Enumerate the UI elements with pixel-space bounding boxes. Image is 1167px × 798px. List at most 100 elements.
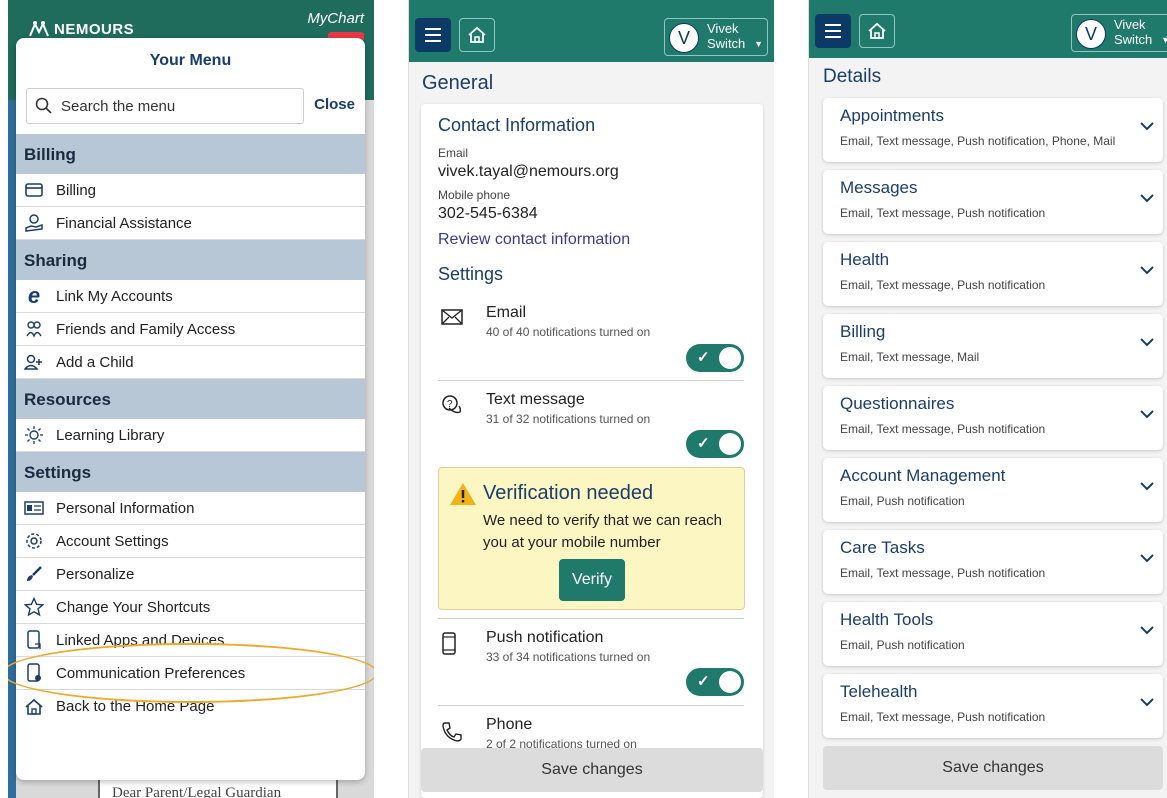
search-placeholder: Search the menu [61,97,176,115]
chevron-down-icon [1139,694,1155,712]
star-icon [24,597,44,617]
menu-item-home-page[interactable]: Back to the Home Page [16,690,365,723]
category-messages[interactable]: Messages Email, Text message, Push notif… [823,170,1163,234]
menu-screen: NEMOURS MyChart Dear Parent/Legal Guardi… [8,0,374,798]
svg-text:?: ? [447,399,453,410]
menu-search-input[interactable]: Search the menu [26,88,304,124]
push-setting-name: Push notification [486,629,604,646]
menu-item-label: Communication Preferences [56,664,246,682]
close-button[interactable]: Close [314,96,355,113]
email-value: vivek.tayal@nemours.org [438,163,619,180]
menu-item-personalize[interactable]: Personalize [16,558,365,591]
category-title: Messages [840,178,918,197]
nemours-logo: NEMOURS [28,20,134,38]
category-channels: Email, Text message, Push notification [840,710,1046,724]
review-contact-link[interactable]: Review contact information [438,231,630,249]
search-icon [35,97,52,114]
epic-link-icon: e [27,283,41,308]
category-title: Appointments [840,106,944,125]
email-label: Email [438,146,469,160]
menu-item-label: Account Settings [56,532,169,550]
divider [438,618,744,619]
lightbulb-icon [24,425,44,445]
save-changes-button[interactable]: Save changes [421,748,763,792]
account-switcher[interactable]: V Vivek Switch ▼ [1071,14,1167,52]
home-button[interactable] [859,14,895,48]
user-name: Vivek [1114,17,1146,32]
top-bar: V Vivek Switch ▼ [409,0,774,62]
text-setting-status: 31 of 32 notifications turned on [486,412,651,426]
text-toggle[interactable]: ✓ [686,430,744,458]
warning-title: Verification needed [483,482,654,504]
category-appointments[interactable]: Appointments Email, Text message, Push n… [823,98,1163,162]
category-questionnaires[interactable]: Questionnaires Email, Text message, Push… [823,386,1163,450]
chevron-down-icon [1139,406,1155,424]
menu-item-billing[interactable]: Billing [16,174,365,207]
email-toggle[interactable]: ✓ [686,344,744,372]
menu-item-financial-assistance[interactable]: Financial Assistance [16,207,365,240]
menu-item-communication-preferences[interactable]: Communication Preferences [16,657,365,690]
page-title: General [422,72,494,94]
menu-item-label: Personal Information [56,499,195,517]
category-channels: Email, Text message, Push notification [840,206,1046,220]
hamburger-icon [425,28,441,42]
category-title: Account Management [840,466,1006,485]
menu-item-learning-library[interactable]: Learning Library [16,419,365,452]
verify-button[interactable]: Verify [559,559,625,601]
home-icon [868,22,886,39]
phone-settings-icon [24,663,44,683]
save-changes-button[interactable]: Save changes [823,746,1163,790]
envelope-icon [441,308,465,332]
category-account-management[interactable]: Account Management Email, Push notificat… [823,458,1163,522]
category-channels: Email, Text message, Push notification [840,278,1046,292]
category-health-tools[interactable]: Health Tools Email, Push notification [823,602,1163,666]
general-card: Contact Information Email vivek.tayal@ne… [421,104,763,798]
phone-label: Mobile phone [438,188,511,202]
menu-item-change-shortcuts[interactable]: Change Your Shortcuts [16,591,365,624]
id-card-icon [24,498,44,518]
add-person-icon [24,352,44,372]
category-billing[interactable]: Billing Email, Text message, Mail [823,314,1163,378]
settings-title: Settings [438,264,504,284]
caret-down-icon: ▼ [754,39,763,49]
chevron-down-icon [1139,550,1155,568]
home-button[interactable] [459,18,495,52]
push-setting-status: 33 of 34 notifications turned on [486,650,651,664]
paintbrush-icon [24,564,44,584]
category-care-tasks[interactable]: Care Tasks Email, Text message, Push not… [823,530,1163,594]
menu-item-personal-information[interactable]: Personal Information [16,492,365,525]
chevron-down-icon [1139,190,1155,208]
nemours-logo-icon [29,21,49,37]
menu-button[interactable] [415,18,451,52]
menu-item-label: Personalize [56,565,135,583]
section-settings: Settings [16,452,365,492]
phone-setting-name: Phone [486,716,533,733]
menu-button[interactable] [815,14,851,48]
category-channels: Email, Text message, Push notification [840,566,1046,580]
category-title: Care Tasks [840,538,925,557]
chevron-down-icon [1139,334,1155,352]
warning-icon [449,482,477,511]
category-channels: Email, Push notification [840,494,965,508]
menu-item-account-settings[interactable]: Account Settings [16,525,365,558]
menu-item-link-my-accounts[interactable]: e Link My Accounts [16,280,365,313]
menu-item-label: Link My Accounts [56,287,173,305]
account-switcher[interactable]: V Vivek Switch ▼ [664,18,768,56]
category-telehealth[interactable]: Telehealth Email, Text message, Push not… [823,674,1163,738]
general-screen: V Vivek Switch ▼ General Contact Informa… [408,0,774,798]
section-billing: Billing [16,134,365,174]
menu-item-label: Change Your Shortcuts [56,598,211,616]
category-health[interactable]: Health Email, Text message, Push notific… [823,242,1163,306]
switch-label: Switch [1114,32,1153,47]
home-icon [24,697,44,717]
category-title: Telehealth [840,682,918,701]
text-setting-name: Text message [486,391,585,408]
menu-item-linked-apps[interactable]: Linked Apps and Devices [16,624,365,657]
mychart-logo: MyChart [307,10,364,27]
section-resources: Resources [16,379,365,419]
menu-item-friends-family-access[interactable]: Friends and Family Access [16,313,365,346]
divider [438,380,744,381]
caret-down-icon: ▼ [1161,35,1167,45]
menu-item-add-a-child[interactable]: Add a Child [16,346,365,379]
push-toggle[interactable]: ✓ [686,668,744,696]
